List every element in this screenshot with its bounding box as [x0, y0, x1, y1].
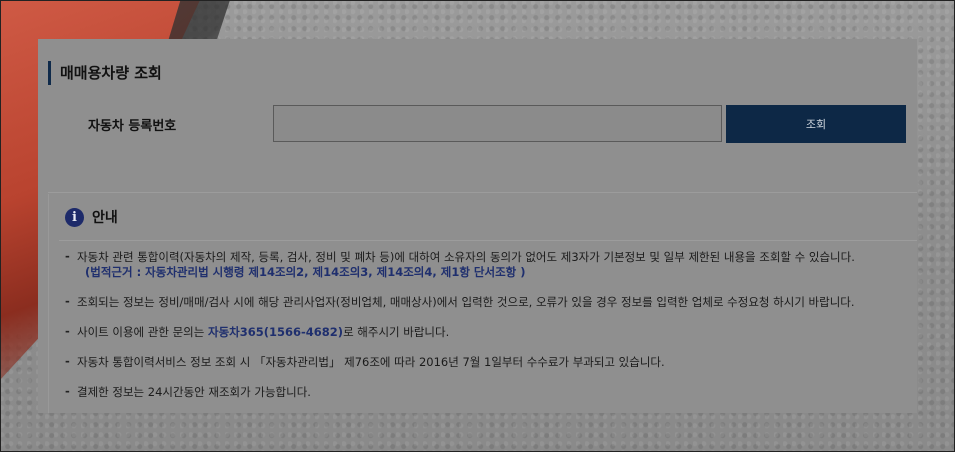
info-divider [59, 240, 917, 241]
contact-number: 자동차365(1566-4682) [208, 325, 344, 339]
page-title: 매매용차량 조회 [48, 61, 162, 85]
info-note-legal-basis: 자동차 관련 통합이력(자동차의 제작, 등록, 검사, 정비 및 폐차 등)에… [65, 249, 907, 280]
info-title: 안내 [92, 210, 118, 226]
info-note-requery: 결제한 정보는 24시간동안 재조회가 가능합니다. [65, 384, 907, 400]
info-note-fee: 자동차 통합이력서비스 정보 조회 시 「자동차관리법」 제76조에 따라 20… [65, 354, 907, 370]
note-text: 결제한 정보는 24시간동안 재조회가 가능합니다. [77, 385, 311, 399]
note-text-before: 사이트 이용에 관한 문의는 [77, 325, 209, 339]
info-note-data-source: 조회되는 정보는 정비/매매/검사 시에 해당 관리사업자(정비업체, 매매상사… [65, 294, 907, 310]
registration-number-input[interactable] [273, 105, 722, 142]
info-note-contact: 사이트 이용에 관한 문의는 자동차365(1566-4682)로 해주시기 바… [65, 324, 907, 340]
note-text: 자동차 관련 통합이력(자동차의 제작, 등록, 검사, 정비 및 폐차 등)에… [77, 250, 855, 264]
registration-number-label: 자동차 등록번호 [88, 119, 177, 134]
note-legal-reference: (법적근거 : 자동차관리법 시행령 제14조의2, 제14조의3, 제14조의… [85, 265, 526, 279]
info-box: i 안내 자동차 관련 통합이력(자동차의 제작, 등록, 검사, 정비 및 폐… [48, 194, 917, 413]
info-icon: i [65, 207, 84, 227]
section-divider [48, 192, 917, 193]
note-text-after: 로 해주시기 바랍니다. [343, 325, 450, 339]
vehicle-lookup-panel: 매매용차량 조회 자동차 등록번호 조회 i 안내 자동차 관련 통합이력(자동… [38, 39, 917, 413]
lookup-button[interactable]: 조회 [726, 105, 906, 143]
note-text: 자동차 통합이력서비스 정보 조회 시 「자동차관리법」 제76조에 따라 20… [77, 355, 665, 369]
info-header: i 안내 [65, 207, 118, 227]
info-notes-list: 자동차 관련 통합이력(자동차의 제작, 등록, 검사, 정비 및 폐차 등)에… [65, 249, 907, 415]
note-text: 조회되는 정보는 정비/매매/검사 시에 해당 관리사업자(정비업체, 매매상사… [77, 295, 855, 309]
